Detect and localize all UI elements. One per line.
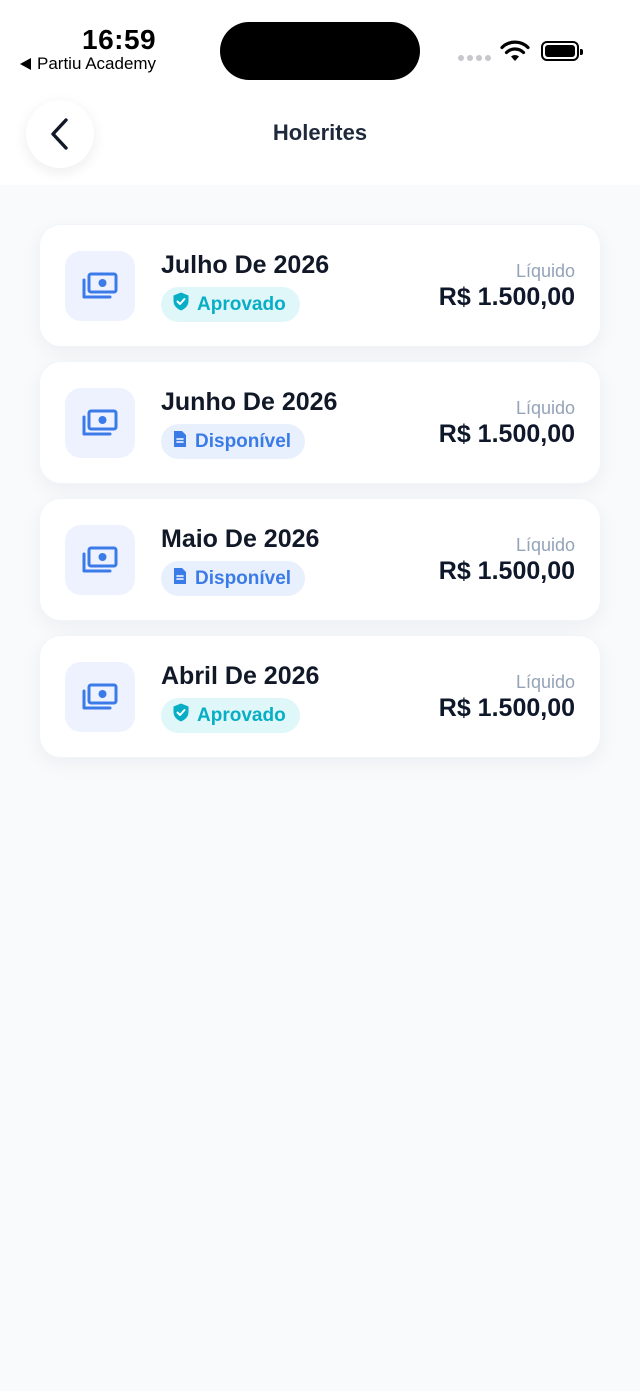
back-to-app-link[interactable]: Partiu Academy [20,54,156,74]
back-triangle-icon [20,58,31,70]
money-icon [82,546,118,573]
payslip-month: Maio De 2026 [161,525,320,553]
status-badge: Aprovado [161,698,300,733]
payslip-month: Junho De 2026 [161,388,338,416]
status-label: Aprovado [197,704,286,726]
battery-icon [541,41,583,61]
status-label: Disponível [195,430,292,452]
net-amount: R$ 1.500,00 [438,420,575,448]
payslip-month: Abril De 2026 [161,662,320,690]
money-icon [82,409,118,436]
dynamic-island [220,22,420,80]
back-app-label: Partiu Academy [37,54,157,73]
status-badge: Disponível [161,424,306,459]
net-amount: R$ 1.500,00 [438,283,575,311]
status-label: Disponível [195,567,292,589]
payslip-month: Julho De 2026 [161,251,330,279]
net-label: Líquido [515,672,575,692]
money-icon [82,683,118,710]
status-label: Aprovado [197,293,286,315]
net-label: Líquido [515,261,575,281]
document-icon [174,567,186,584]
payslip-icon-box [65,662,135,732]
payslip-card-1[interactable]: Julho De 2026 Aprovado Líquido R$ 1.500,… [39,224,601,347]
net-amount: R$ 1.500,00 [438,694,575,722]
shield-check-icon [173,292,189,311]
money-icon [82,272,118,299]
net-label: Líquido [515,398,575,418]
payslip-icon-box [65,525,135,595]
payslip-icon-box [65,388,135,458]
page-title: Holerites [272,120,368,145]
document-icon [174,430,186,447]
shield-check-icon [173,703,189,722]
payslip-card-2[interactable]: Junho De 2026 Disponível Líquido R$ 1.50… [39,361,601,484]
payslip-icon-box [65,251,135,321]
status-time: 16:59 [82,24,157,55]
status-badge: Aprovado [161,287,300,322]
net-amount: R$ 1.500,00 [438,557,575,585]
payslip-card-4[interactable]: Abril De 2026 Aprovado Líquido R$ 1.500,… [39,635,601,758]
status-badge: Disponível [161,561,306,596]
wifi-icon [500,40,530,61]
cellular-signal-icon [458,55,491,61]
payslip-card-3[interactable]: Maio De 2026 Disponível Líquido R$ 1.500… [39,498,601,621]
net-label: Líquido [515,535,575,555]
payslip-list: Julho De 2026 Aprovado Líquido R$ 1.500,… [39,224,601,772]
